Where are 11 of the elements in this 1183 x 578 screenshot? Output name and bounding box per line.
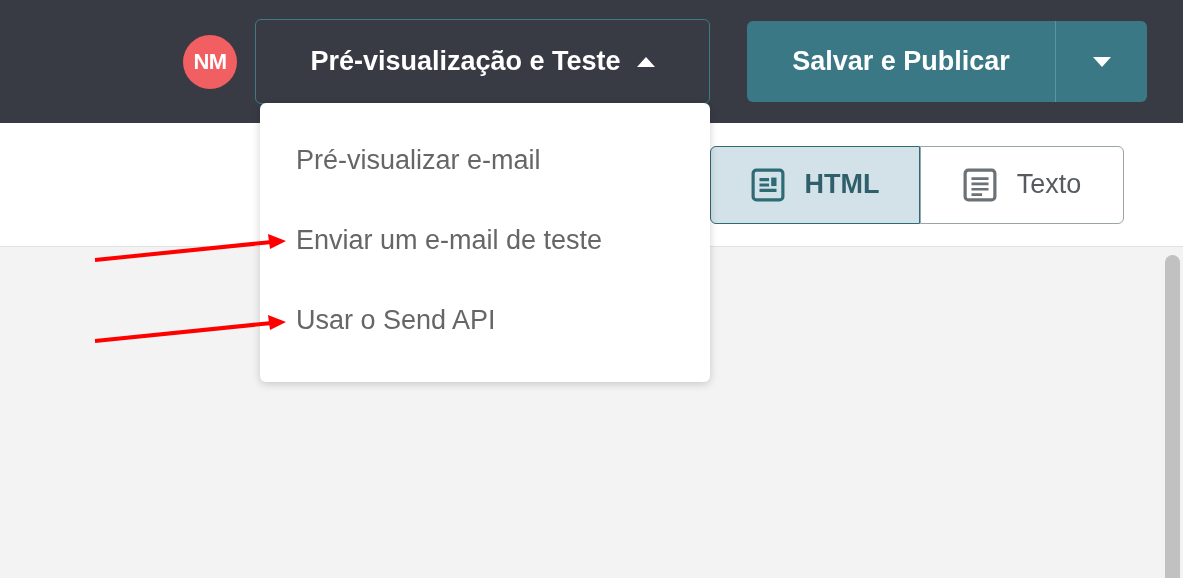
view-tab[interactable]: HTML <box>710 145 920 224</box>
menu-item[interactable]: Enviar um e-mail de teste <box>296 219 603 261</box>
menu-item[interactable]: Pré-visualizar e-mail <box>296 139 541 181</box>
preview-test-button[interactable]: Pré-visualização e Teste <box>255 19 710 104</box>
view-tab[interactable]: Texto <box>920 145 1124 224</box>
document-icon <box>962 167 997 202</box>
scrollbar-thumb[interactable] <box>1165 255 1180 578</box>
avatar[interactable]: NM <box>183 34 237 89</box>
menu-item[interactable]: Usar o Send API <box>296 299 496 341</box>
layout-icon <box>750 167 785 202</box>
caret-icon <box>636 56 655 67</box>
